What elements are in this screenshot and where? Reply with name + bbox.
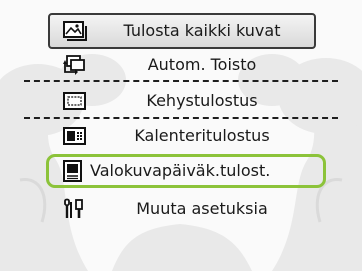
- menu-divider: [24, 117, 338, 119]
- calendar-print-icon: [62, 124, 88, 148]
- photo-diary-print-icon: [60, 159, 86, 183]
- frame-print-icon: [62, 89, 88, 113]
- menu-item-change-settings[interactable]: Muuta asetuksia: [52, 194, 312, 224]
- menu-item-photo-diary-print[interactable]: Valokuvapäiväk.tulost.: [46, 154, 326, 188]
- print-menu-screen: Tulosta kaikki kuvat Autom. Toisto Kehys…: [0, 0, 362, 271]
- menu-divider: [24, 80, 338, 82]
- print-menu: Tulosta kaikki kuvat Autom. Toisto Kehys…: [0, 0, 362, 271]
- menu-item-calendar-print[interactable]: Kalenteritulostus: [52, 121, 312, 151]
- menu-item-label: Autom. Toisto: [147, 55, 257, 74]
- menu-item-frame-print[interactable]: Kehystulostus: [52, 86, 312, 116]
- menu-item-label: Kalenteritulostus: [134, 126, 270, 145]
- menu-item-label: Valokuvapäiväk.tulost.: [90, 161, 271, 180]
- menu-item-label: Muuta asetuksia: [136, 199, 268, 218]
- menu-item-print-all-images[interactable]: Tulosta kaikki kuvat: [52, 16, 312, 46]
- menu-item-auto-play[interactable]: Autom. Toisto: [52, 50, 312, 80]
- menu-item-label: Tulosta kaikki kuvat: [123, 21, 281, 40]
- menu-item-label: Kehystulostus: [146, 91, 258, 110]
- print-all-images-icon: [62, 19, 88, 43]
- auto-play-icon: [62, 53, 88, 77]
- settings-icon: [62, 197, 88, 221]
